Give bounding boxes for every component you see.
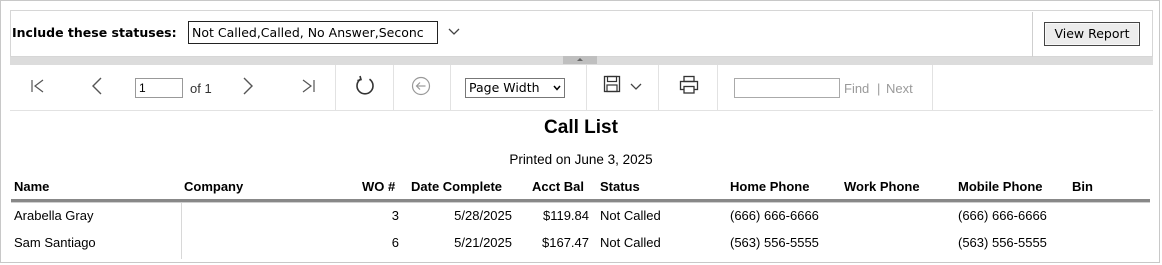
report-title: Call List [544,117,618,138]
previous-page-icon[interactable] [90,76,104,96]
toolbar-divider [393,65,394,110]
find-separator: | [877,81,881,96]
table-cell-acct-bal: $119.84 [542,208,589,223]
find-link[interactable]: Find [844,81,869,96]
column-header-mobile-phone: Mobile Phone [958,179,1043,194]
find-input[interactable] [734,78,840,98]
zoom-value: Page Width [469,80,540,95]
table-cell-home-phone: (563) 556-5555 [730,235,819,250]
back-icon[interactable] [411,76,431,96]
parameter-area: Include these statuses: Not Called,Calle… [10,10,1153,57]
refresh-icon[interactable] [354,75,376,97]
report-toolbar: 1 of 1 Page Width Find | Next [10,65,1153,111]
column-header-work-phone: Work Phone [844,179,920,194]
toolbar-divider [932,65,933,110]
table-cell-mobile-phone: (563) 556-5555 [958,235,1047,250]
chevron-down-icon[interactable] [448,27,460,37]
column-header-home-phone: Home Phone [730,179,810,194]
first-page-icon[interactable] [30,78,46,94]
column-header-wo: WO # [362,179,396,194]
toolbar-divider [335,65,336,110]
table-cell-status: Not Called [600,235,661,250]
next-link[interactable]: Next [886,81,913,96]
chevron-down-icon [553,85,561,91]
column-header-status: Status [600,179,640,194]
table-cell-date-complete: 5/28/2025 [454,208,512,223]
printed-date: Printed on June 3, 2025 [509,152,653,167]
statuses-label: Include these statuses: [12,25,177,40]
zoom-select[interactable]: Page Width [465,78,565,98]
collapse-parameters-handle[interactable] [563,56,597,64]
toolbar-divider [658,65,659,110]
table-cell-name: Arabella Gray [14,208,94,223]
parameter-splitter [10,56,1153,65]
column-header-name: Name [14,179,50,194]
column-header-company: Company [184,179,244,194]
table-cell-name: Sam Santiago [14,235,96,250]
table-cell-date-complete: 5/21/2025 [454,235,512,250]
toolbar-divider [717,65,718,110]
table-cell-home-phone: (666) 666-6666 [730,208,819,223]
statuses-field[interactable]: Not Called,Called, No Answer,Seconc [188,21,438,44]
table-cell-wo: 3 [391,208,399,223]
toolbar-divider [586,65,587,110]
last-page-icon[interactable] [300,78,316,94]
page-count-label: of 1 [190,81,212,96]
table-cell-wo: 6 [391,235,399,250]
next-page-icon[interactable] [241,76,255,96]
save-icon[interactable] [603,75,621,93]
column-header-acct-bal: Acct Bal [532,179,585,194]
column-divider [181,203,182,259]
column-header-bin: Bin [1072,179,1093,194]
page-number-input[interactable]: 1 [135,78,183,98]
table-cell-status: Not Called [600,208,661,223]
print-icon[interactable] [679,75,699,95]
export-chevron-down-icon[interactable] [630,83,642,91]
column-header-date-complete: Date Complete [411,179,503,194]
view-report-button[interactable]: View Report [1044,22,1140,46]
table-cell-acct-bal: $167.47 [542,235,589,250]
toolbar-divider [450,65,451,110]
param-divider [1032,12,1033,57]
table-cell-mobile-phone: (666) 666-6666 [958,208,1047,223]
